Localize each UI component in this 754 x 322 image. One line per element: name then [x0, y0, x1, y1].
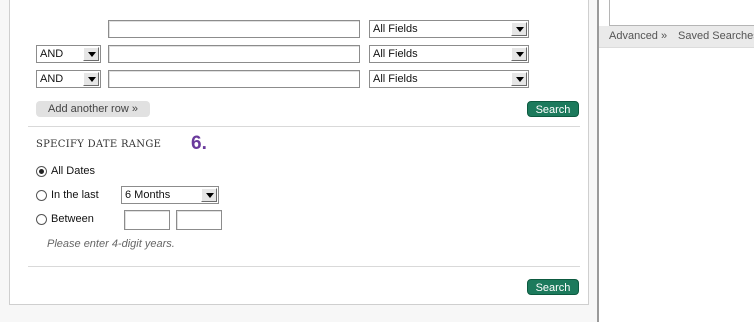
chevron-down-icon [511, 47, 527, 61]
search-button[interactable]: Search [527, 101, 579, 117]
operator-select-3[interactable]: AND [36, 70, 101, 88]
section-divider [28, 126, 580, 127]
chevron-down-icon [83, 47, 99, 61]
in-the-last-radio[interactable] [36, 190, 47, 201]
operator-select-2[interactable]: AND [36, 45, 101, 63]
between-radio[interactable] [36, 214, 47, 225]
all-dates-label: All Dates [51, 165, 96, 177]
chevron-down-icon [511, 22, 527, 36]
all-dates-radio[interactable] [36, 166, 47, 177]
search-button-bottom[interactable]: Search [527, 279, 579, 295]
between-to-year-input[interactable] [176, 210, 222, 230]
add-row-button[interactable]: Add another row » [36, 101, 150, 117]
chevron-down-icon [201, 188, 217, 202]
field-select-1-value: All Fields [373, 23, 418, 35]
operator-select-2-value: AND [40, 48, 64, 60]
sidebar-search-box [609, 0, 754, 26]
sidebar: Advanced » Saved Searches [597, 0, 754, 322]
period-select-value: 6 Months [125, 189, 171, 201]
advanced-search-link[interactable]: Advanced » [609, 30, 667, 42]
step-number-annotation: 6. [191, 133, 207, 154]
saved-searches-link[interactable]: Saved Searches [678, 30, 754, 42]
field-select-3[interactable]: All Fields [369, 70, 529, 88]
between-from-year-input[interactable] [124, 210, 170, 230]
period-select[interactable]: 6 Months [121, 186, 219, 204]
operator-select-3-value: AND [40, 73, 64, 85]
search-query-input-1[interactable] [108, 20, 360, 38]
field-select-2[interactable]: All Fields [369, 45, 529, 63]
chevron-down-icon [83, 72, 99, 86]
search-query-input-2[interactable] [108, 45, 360, 63]
section-divider [28, 266, 580, 267]
between-label: Between [51, 213, 94, 225]
field-select-3-value: All Fields [373, 73, 418, 85]
in-the-last-label: In the last [51, 189, 99, 201]
year-format-hint: Please enter 4-digit years. [47, 238, 175, 250]
chevron-down-icon [511, 72, 527, 86]
field-select-1[interactable]: All Fields [369, 20, 529, 38]
field-select-2-value: All Fields [373, 48, 418, 60]
date-range-heading: SPECIFY DATE RANGE [36, 139, 162, 150]
search-query-input-3[interactable] [108, 70, 360, 88]
